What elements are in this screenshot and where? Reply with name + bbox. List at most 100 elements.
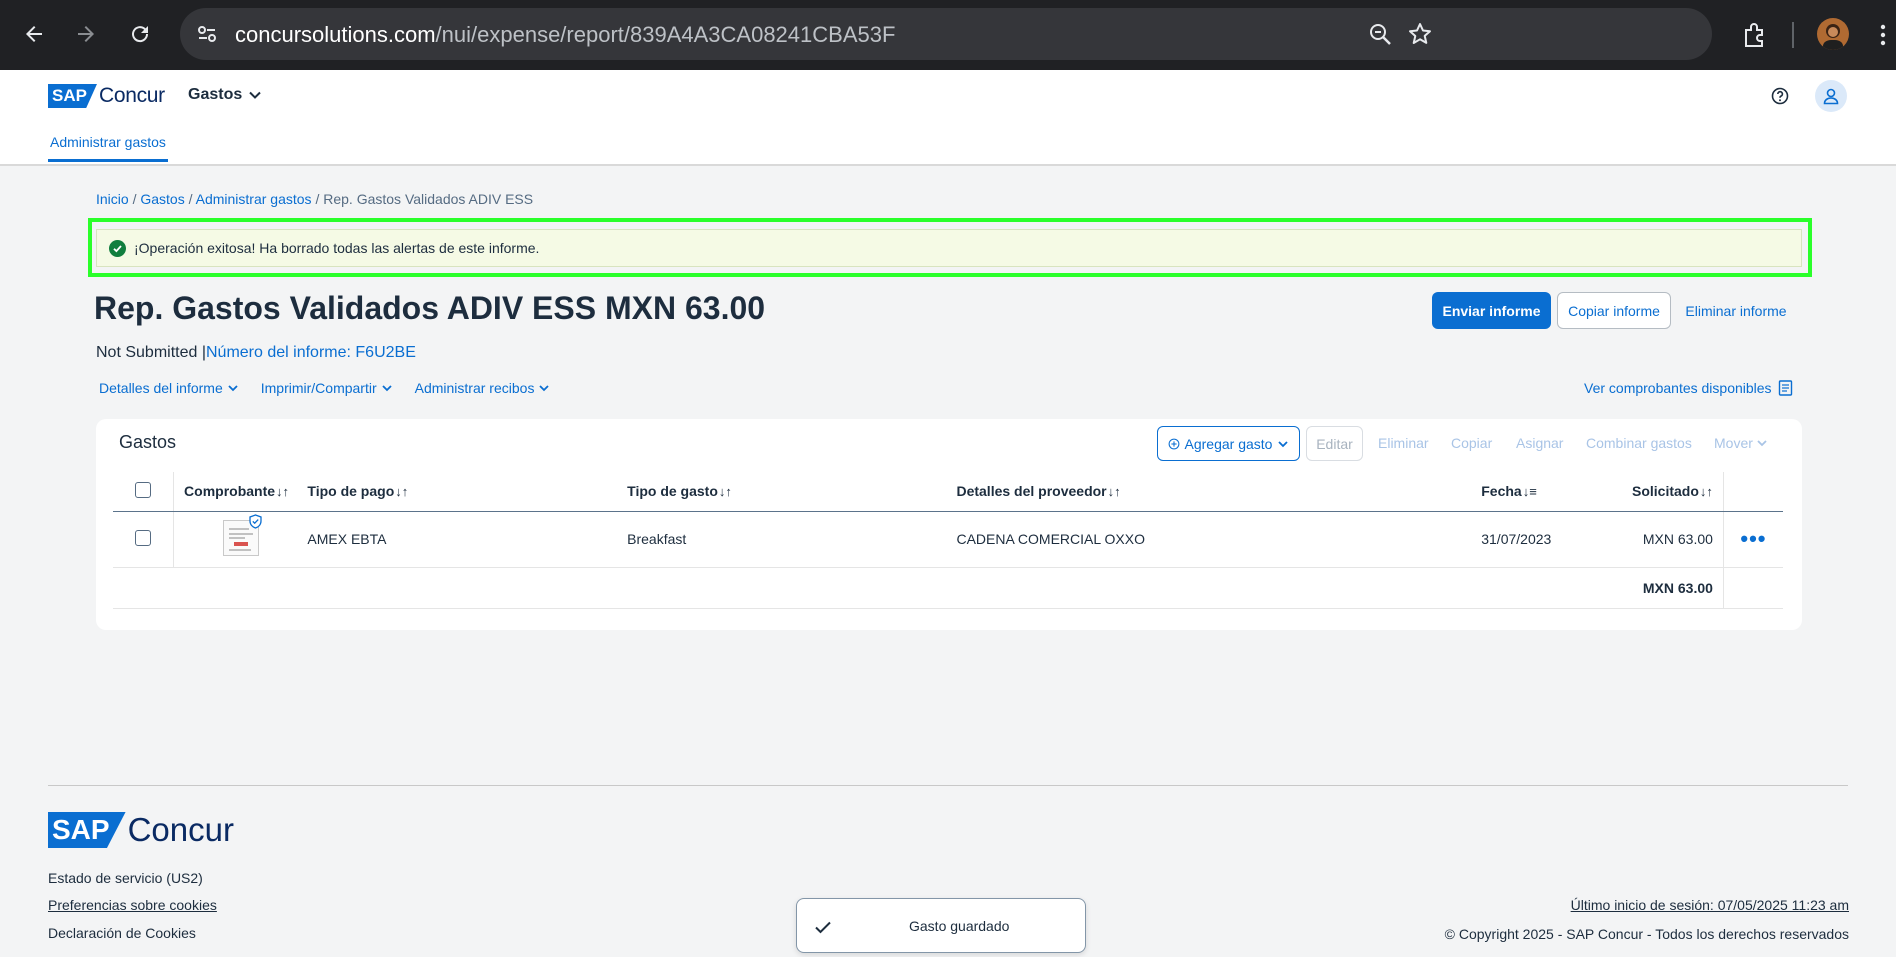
zoom-icon[interactable] bbox=[1367, 21, 1393, 47]
help-icon[interactable] bbox=[1770, 86, 1790, 106]
submit-report-button[interactable]: Enviar informe bbox=[1432, 292, 1551, 329]
breadcrumb-separator: / bbox=[184, 191, 196, 207]
column-expense-type-label: Tipo de gasto bbox=[627, 483, 718, 500]
column-date[interactable]: Fecha↓≡ bbox=[1481, 472, 1609, 512]
chevron-down-icon bbox=[249, 91, 261, 99]
more-options-icon[interactable]: ••• bbox=[1740, 526, 1766, 551]
checkmark-icon bbox=[815, 921, 831, 934]
sort-icon: ↓↑ bbox=[276, 484, 290, 500]
success-message: ¡Operación exitosa! Ha borrado todas las… bbox=[134, 240, 540, 256]
add-expense-label: Agregar gasto bbox=[1184, 435, 1273, 452]
add-expense-button[interactable]: Agregar gasto bbox=[1157, 426, 1300, 461]
move-menu[interactable]: Mover bbox=[1714, 435, 1768, 451]
assign-button[interactable]: Asignar bbox=[1516, 435, 1563, 451]
table-row[interactable]: AMEX EBTA Breakfast CADENA COMERCIAL OXX… bbox=[113, 511, 1783, 568]
logo-concur: Concur bbox=[98, 84, 165, 107]
url-host: concursolutions.com bbox=[235, 22, 436, 47]
footer-divider bbox=[48, 785, 1848, 786]
profile-avatar[interactable] bbox=[1817, 18, 1849, 50]
copy-expense-button[interactable]: Copiar bbox=[1451, 435, 1492, 451]
breadcrumb-inicio[interactable]: Inicio bbox=[96, 191, 129, 207]
copy-report-button[interactable]: Copiar informe bbox=[1557, 292, 1671, 329]
combine-expenses-button[interactable]: Combinar gastos bbox=[1586, 435, 1692, 451]
reload-icon[interactable] bbox=[122, 16, 158, 52]
success-banner: ¡Operación exitosa! Ha borrado todas las… bbox=[96, 229, 1802, 267]
service-status-text: Estado de servicio (US2) bbox=[48, 870, 203, 886]
last-login-text[interactable]: Último inicio de sesión: 07/05/2025 11:2… bbox=[1571, 897, 1849, 913]
user-profile-button[interactable] bbox=[1815, 80, 1847, 112]
column-payment-type[interactable]: Tipo de pago↓↑ bbox=[307, 472, 628, 512]
requested-cell: MXN 63.00 bbox=[1608, 511, 1724, 568]
sort-desc-icon: ↓≡ bbox=[1522, 484, 1537, 500]
total-spacer-cell bbox=[113, 567, 1609, 609]
user-icon bbox=[1823, 88, 1839, 105]
header-select-cell bbox=[113, 472, 175, 512]
print-share-menu[interactable]: Imprimir/Compartir bbox=[261, 380, 393, 396]
column-receipt[interactable]: Comprobante↓↑ bbox=[173, 472, 308, 512]
footer-logo: SAP Concur bbox=[48, 811, 234, 849]
sap-concur-logo[interactable]: SAP Concur bbox=[48, 84, 165, 108]
manage-receipts-menu[interactable]: Administrar recibos bbox=[415, 380, 551, 396]
sort-icon: ↓↑ bbox=[1699, 484, 1713, 500]
move-label: Mover bbox=[1714, 435, 1753, 451]
report-details-label: Detalles del informe bbox=[99, 380, 223, 396]
column-requested-label: Solicitado bbox=[1632, 483, 1699, 500]
extensions-icon[interactable] bbox=[1740, 20, 1770, 50]
browser-menu-icon[interactable] bbox=[1878, 20, 1888, 50]
row-checkbox[interactable] bbox=[135, 529, 152, 546]
bookmark-star-icon[interactable] bbox=[1407, 21, 1433, 47]
cookie-preferences-link[interactable]: Preferencias sobre cookies bbox=[48, 897, 217, 913]
verified-shield-icon bbox=[249, 513, 262, 529]
expenses-table: Comprobante↓↑ Tipo de pago↓↑ Tipo de gas… bbox=[113, 472, 1783, 609]
back-icon[interactable] bbox=[16, 16, 52, 52]
row-select-cell bbox=[113, 511, 175, 568]
breadcrumb-gastos[interactable]: Gastos bbox=[140, 191, 184, 207]
table-header-row: Comprobante↓↑ Tipo de pago↓↑ Tipo de gas… bbox=[113, 472, 1783, 512]
footer-logo-concur: Concur bbox=[127, 811, 234, 848]
report-status: Not Submitted bbox=[96, 344, 198, 361]
total-actions-cell bbox=[1722, 567, 1783, 609]
report-details-menu[interactable]: Detalles del informe bbox=[99, 380, 239, 396]
breadcrumb-separator: / bbox=[128, 191, 141, 207]
column-vendor[interactable]: Detalles del proveedor↓↑ bbox=[956, 472, 1482, 512]
report-number[interactable]: Número del informe: F6U2BE bbox=[206, 344, 416, 361]
chevron-down-icon bbox=[1278, 440, 1289, 447]
select-all-checkbox[interactable] bbox=[135, 481, 152, 498]
site-info-icon[interactable] bbox=[194, 21, 220, 47]
sort-icon: ↓↑ bbox=[1107, 484, 1121, 500]
column-requested[interactable]: Solicitado↓↑ bbox=[1608, 472, 1724, 512]
chevron-down-icon bbox=[539, 385, 550, 392]
expenses-card: Gastos Agregar gasto Editar Eliminar Cop… bbox=[96, 419, 1802, 630]
app-header: SAP Concur Gastos Administrar gastos bbox=[0, 70, 1896, 166]
delete-expense-button[interactable]: Eliminar bbox=[1378, 435, 1429, 451]
receipt-thumbnail[interactable] bbox=[222, 513, 262, 556]
url-text: concursolutions.com/nui/expense/report/8… bbox=[235, 22, 895, 48]
date-cell: 31/07/2023 bbox=[1481, 511, 1609, 568]
forward-icon[interactable] bbox=[68, 16, 104, 52]
breadcrumb-administrar-gastos[interactable]: Administrar gastos bbox=[196, 191, 312, 207]
column-expense-type[interactable]: Tipo de gasto↓↑ bbox=[627, 472, 957, 512]
address-bar[interactable]: concursolutions.com/nui/expense/report/8… bbox=[180, 8, 1712, 60]
column-date-label: Fecha bbox=[1481, 483, 1522, 500]
tab-administrar-gastos[interactable]: Administrar gastos bbox=[48, 134, 168, 162]
toolbar-separator bbox=[1792, 22, 1794, 48]
available-receipts-link[interactable]: Ver comprobantes disponibles bbox=[1584, 380, 1793, 396]
footer-logo-sap: SAP bbox=[48, 812, 126, 848]
delete-report-button[interactable]: Eliminar informe bbox=[1678, 292, 1794, 329]
report-status-line: Not Submitted |Número del informe: F6U2B… bbox=[96, 344, 416, 362]
print-share-label: Imprimir/Compartir bbox=[260, 380, 377, 396]
column-receipt-label: Comprobante bbox=[184, 483, 276, 500]
row-actions-cell: ••• bbox=[1722, 511, 1783, 568]
total-row: MXN 63.00 bbox=[113, 567, 1783, 609]
toast-notification: Gasto guardado bbox=[796, 898, 1086, 953]
gastos-menu[interactable]: Gastos bbox=[188, 86, 262, 104]
breadcrumb-current: Rep. Gastos Validados ADIV ESS bbox=[323, 191, 534, 207]
browser-toolbar: concursolutions.com/nui/expense/report/8… bbox=[0, 0, 1896, 70]
breadcrumb: Inicio / Gastos / Administrar gastos / R… bbox=[96, 191, 533, 207]
gastos-menu-label: Gastos bbox=[188, 86, 243, 103]
cookie-statement-link[interactable]: Declaración de Cookies bbox=[48, 925, 196, 941]
report-submenus: Detalles del informe Imprimir/Compartir … bbox=[99, 380, 550, 396]
edit-button[interactable]: Editar bbox=[1306, 426, 1363, 461]
column-payment-type-label: Tipo de pago bbox=[307, 483, 395, 500]
column-vendor-label: Detalles del proveedor bbox=[956, 483, 1107, 500]
